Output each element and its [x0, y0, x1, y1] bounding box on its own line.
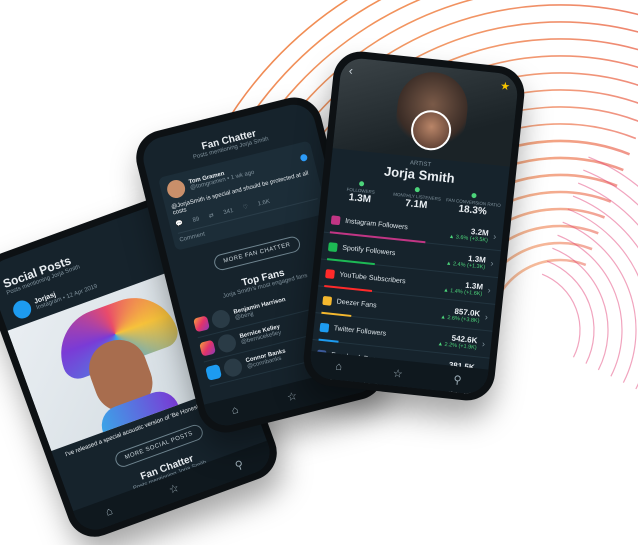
star-icon[interactable]: ☆	[392, 366, 403, 380]
stat-label: Deezer Fans	[336, 297, 377, 310]
phone-artist: ‹ ★ ARTIST Jorja Smith FOLLOWERS 1.3M MONT…	[300, 48, 528, 404]
platform-icon	[319, 322, 330, 333]
chevron-left-icon[interactable]: ‹	[348, 63, 353, 77]
chevron-right-icon: ›	[487, 285, 492, 296]
avatar	[165, 178, 188, 200]
summary-stat: FOLLOWERS 1.3M	[331, 178, 389, 207]
home-icon[interactable]: ⌂	[104, 505, 114, 519]
star-icon[interactable]: ★	[500, 79, 511, 93]
instagram-icon	[193, 315, 210, 333]
platform-icon	[325, 268, 336, 279]
platform-icon	[327, 241, 338, 252]
reply-icon[interactable]: 💬	[175, 219, 184, 228]
artist-header-image: ‹ ★	[332, 56, 520, 167]
summary-stat: MONTHLY LISTENERS 7.1M	[388, 184, 446, 213]
avatar	[210, 308, 232, 330]
decorative-arc	[583, 169, 638, 206]
stat-label: Instagram Followers	[344, 217, 409, 231]
search-icon[interactable]: ⚲	[453, 373, 462, 387]
twitter-icon	[299, 152, 308, 162]
stat-label: Spotify Followers	[341, 244, 396, 257]
retweet-icon[interactable]: ⇄	[208, 212, 214, 220]
stat-change: ▲ 1.6% (+1.4K)	[432, 394, 472, 395]
status-dot-icon	[471, 192, 477, 199]
decorative-arc	[541, 273, 581, 358]
summary-stat: FAN CONVERSION RATIO 18.3%	[444, 190, 502, 219]
star-icon[interactable]: ☆	[286, 389, 298, 404]
stat-label: YouTube Subscribers	[339, 270, 406, 285]
decorative-arc	[572, 195, 638, 249]
chevron-right-icon: ›	[492, 231, 497, 242]
chevron-right-icon: ›	[484, 311, 489, 323]
platform-icon	[330, 214, 341, 225]
avatar	[10, 297, 34, 322]
avatar	[216, 332, 238, 355]
status-dot-icon	[415, 186, 421, 193]
instagram-icon	[199, 339, 217, 357]
twitter-icon	[205, 363, 223, 381]
chevron-right-icon: ›	[481, 338, 486, 350]
home-icon[interactable]: ⌂	[335, 361, 343, 374]
stat-label: Twitter Followers	[333, 324, 387, 338]
home-icon[interactable]: ⌂	[230, 404, 239, 417]
like-icon[interactable]: ♡	[242, 203, 249, 211]
star-icon[interactable]: ☆	[167, 481, 180, 497]
avatar	[222, 356, 244, 379]
platform-icon	[322, 295, 333, 306]
status-dot-icon	[358, 181, 365, 187]
artist-screen: ‹ ★ ARTIST Jorja Smith FOLLOWERS 1.3M MONT…	[308, 56, 520, 396]
search-icon[interactable]: ⚲	[233, 457, 245, 472]
reply-count: 89	[191, 215, 200, 224]
retweet-count: 341	[222, 207, 234, 216]
chevron-right-icon: ›	[490, 258, 495, 269]
like-count: 1.6K	[257, 198, 271, 208]
decorative-arc	[547, 260, 595, 364]
